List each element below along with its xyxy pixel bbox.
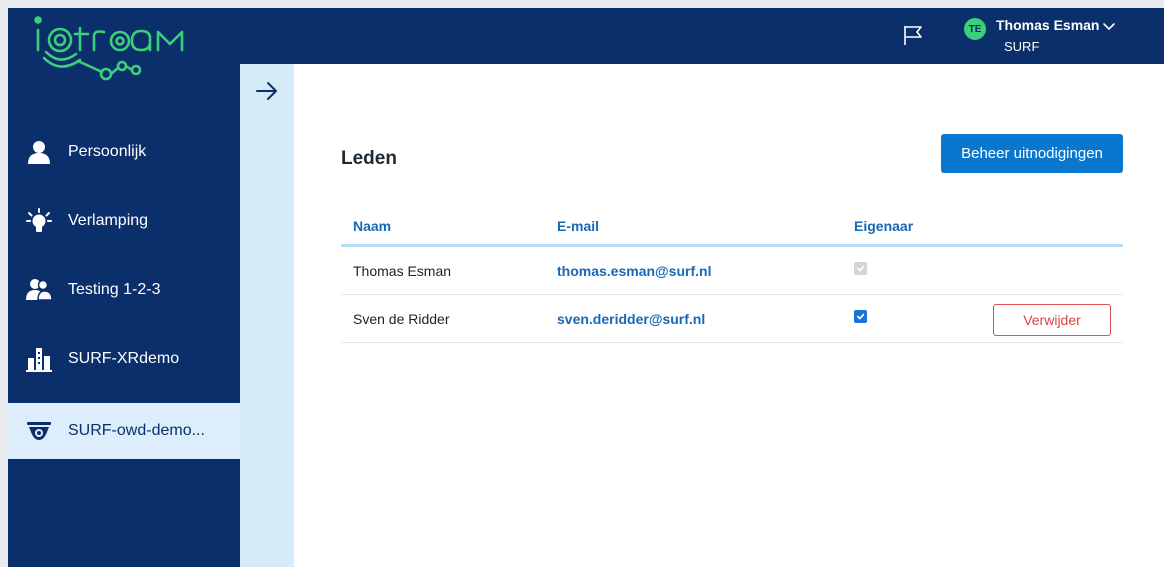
column-header-owner[interactable]: Eigenaar — [854, 218, 913, 234]
person-icon — [26, 139, 52, 165]
owner-checkbox[interactable] — [854, 310, 867, 323]
sidebar-item-label: Testing 1-2-3 — [68, 281, 161, 298]
lamp-icon — [26, 208, 52, 234]
member-name: Thomas Esman — [353, 263, 452, 279]
sidebar-item-label: SURF-XRdemo — [68, 350, 180, 367]
page-title: Leden — [341, 148, 397, 169]
iotream-logo[interactable]: iotream — [8, 8, 240, 88]
city-icon — [26, 346, 52, 372]
flag-icon[interactable] — [902, 24, 924, 46]
sidebar-collapse-strip — [240, 64, 294, 567]
table-row: Sven de Ridder sven.deridder@surf.nl Ver… — [341, 295, 1123, 343]
main-content: Leden Beheer uitnodigingen Naam E-mail E… — [294, 64, 1164, 567]
column-header-name[interactable]: Naam — [353, 218, 391, 234]
avatar: TE — [964, 18, 986, 40]
sidebar: iotream Persoonlijk Verlamping Testing 1… — [8, 8, 240, 567]
user-name: Thomas Esman — [996, 17, 1100, 33]
sidebar-item-verlamping[interactable]: Verlamping — [8, 193, 240, 249]
sidebar-item-label: Persoonlijk — [68, 143, 147, 160]
remove-member-button[interactable]: Verwijder — [993, 304, 1111, 336]
member-email-link[interactable]: thomas.esman@surf.nl — [557, 263, 711, 279]
table-header: Naam E-mail Eigenaar — [341, 204, 1123, 247]
sidebar-item-label: SURF-owd-demo... — [68, 422, 205, 439]
owner-checkbox — [854, 262, 867, 275]
table-row: Thomas Esman thomas.esman@surf.nl — [341, 247, 1123, 295]
sidebar-item-testing[interactable]: Testing 1-2-3 — [8, 262, 240, 318]
chevron-down-icon — [1102, 19, 1116, 33]
sidebar-item-label: Verlamping — [68, 212, 149, 229]
members-table: Naam E-mail Eigenaar Thomas Esman thomas… — [341, 204, 1123, 343]
member-email-link[interactable]: sven.deridder@surf.nl — [557, 311, 705, 327]
group-icon — [26, 277, 52, 303]
user-organization: SURF — [1004, 39, 1040, 54]
sidebar-item-surf-xrdemo[interactable]: SURF-XRdemo — [8, 331, 240, 387]
window-frame-left — [0, 0, 8, 567]
sidebar-item-persoonlijk[interactable]: Persoonlijk — [8, 124, 240, 180]
window-frame-top — [0, 0, 1164, 8]
member-name: Sven de Ridder — [353, 311, 450, 327]
column-header-email[interactable]: E-mail — [557, 218, 599, 234]
user-menu[interactable]: TE Thomas Esman SURF — [964, 14, 1144, 58]
checkmark-icon — [856, 313, 865, 320]
top-bar: TE Thomas Esman SURF — [240, 8, 1164, 64]
arrow-right-icon[interactable] — [254, 78, 280, 104]
checkmark-icon — [856, 265, 865, 272]
sidebar-item-surf-owd-demo[interactable]: SURF-owd-demo... — [8, 403, 240, 459]
camera-icon — [26, 418, 52, 444]
logo-graphic — [34, 16, 184, 81]
manage-invites-button[interactable]: Beheer uitnodigingen — [941, 134, 1123, 173]
